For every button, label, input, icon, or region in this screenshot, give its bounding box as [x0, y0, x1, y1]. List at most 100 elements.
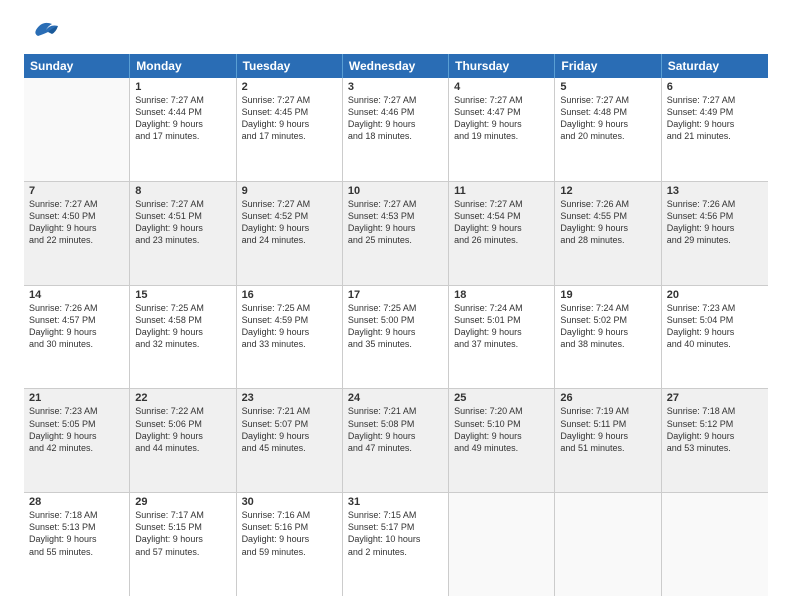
day-number: 12 [560, 185, 655, 197]
day-info: Sunrise: 7:27 AM Sunset: 4:44 PM Dayligh… [135, 94, 230, 143]
calendar-cell: 29Sunrise: 7:17 AM Sunset: 5:15 PM Dayli… [130, 493, 236, 596]
day-number: 11 [454, 185, 549, 197]
day-info: Sunrise: 7:21 AM Sunset: 5:08 PM Dayligh… [348, 405, 443, 454]
calendar-cell: 24Sunrise: 7:21 AM Sunset: 5:08 PM Dayli… [343, 389, 449, 492]
day-number: 23 [242, 392, 337, 404]
calendar: SundayMondayTuesdayWednesdayThursdayFrid… [24, 54, 768, 596]
calendar-cell: 28Sunrise: 7:18 AM Sunset: 5:13 PM Dayli… [24, 493, 130, 596]
calendar-cell [24, 78, 130, 181]
calendar-week-1: 1Sunrise: 7:27 AM Sunset: 4:44 PM Daylig… [24, 78, 768, 182]
day-info: Sunrise: 7:27 AM Sunset: 4:54 PM Dayligh… [454, 198, 549, 247]
day-info: Sunrise: 7:25 AM Sunset: 5:00 PM Dayligh… [348, 302, 443, 351]
day-number: 19 [560, 289, 655, 301]
calendar-week-4: 21Sunrise: 7:23 AM Sunset: 5:05 PM Dayli… [24, 389, 768, 493]
day-number: 20 [667, 289, 763, 301]
day-number: 1 [135, 81, 230, 93]
logo [24, 20, 60, 44]
day-info: Sunrise: 7:18 AM Sunset: 5:13 PM Dayligh… [29, 509, 124, 558]
day-info: Sunrise: 7:23 AM Sunset: 5:05 PM Dayligh… [29, 405, 124, 454]
header-day-friday: Friday [555, 54, 661, 78]
calendar-cell: 11Sunrise: 7:27 AM Sunset: 4:54 PM Dayli… [449, 182, 555, 285]
day-number: 9 [242, 185, 337, 197]
day-info: Sunrise: 7:27 AM Sunset: 4:49 PM Dayligh… [667, 94, 763, 143]
header-day-wednesday: Wednesday [343, 54, 449, 78]
calendar-cell: 21Sunrise: 7:23 AM Sunset: 5:05 PM Dayli… [24, 389, 130, 492]
day-number: 15 [135, 289, 230, 301]
header-day-sunday: Sunday [24, 54, 130, 78]
calendar-week-3: 14Sunrise: 7:26 AM Sunset: 4:57 PM Dayli… [24, 286, 768, 390]
day-number: 30 [242, 496, 337, 508]
day-info: Sunrise: 7:24 AM Sunset: 5:02 PM Dayligh… [560, 302, 655, 351]
day-info: Sunrise: 7:26 AM Sunset: 4:57 PM Dayligh… [29, 302, 124, 351]
day-number: 2 [242, 81, 337, 93]
day-number: 24 [348, 392, 443, 404]
day-info: Sunrise: 7:19 AM Sunset: 5:11 PM Dayligh… [560, 405, 655, 454]
day-number: 3 [348, 81, 443, 93]
calendar-cell: 25Sunrise: 7:20 AM Sunset: 5:10 PM Dayli… [449, 389, 555, 492]
day-info: Sunrise: 7:18 AM Sunset: 5:12 PM Dayligh… [667, 405, 763, 454]
day-number: 27 [667, 392, 763, 404]
day-number: 10 [348, 185, 443, 197]
calendar-cell: 3Sunrise: 7:27 AM Sunset: 4:46 PM Daylig… [343, 78, 449, 181]
calendar-cell: 2Sunrise: 7:27 AM Sunset: 4:45 PM Daylig… [237, 78, 343, 181]
calendar-cell: 16Sunrise: 7:25 AM Sunset: 4:59 PM Dayli… [237, 286, 343, 389]
day-number: 21 [29, 392, 124, 404]
calendar-cell: 31Sunrise: 7:15 AM Sunset: 5:17 PM Dayli… [343, 493, 449, 596]
day-info: Sunrise: 7:27 AM Sunset: 4:53 PM Dayligh… [348, 198, 443, 247]
calendar-cell: 23Sunrise: 7:21 AM Sunset: 5:07 PM Dayli… [237, 389, 343, 492]
day-info: Sunrise: 7:26 AM Sunset: 4:55 PM Dayligh… [560, 198, 655, 247]
day-number: 25 [454, 392, 549, 404]
calendar-cell: 9Sunrise: 7:27 AM Sunset: 4:52 PM Daylig… [237, 182, 343, 285]
calendar-cell: 30Sunrise: 7:16 AM Sunset: 5:16 PM Dayli… [237, 493, 343, 596]
day-number: 13 [667, 185, 763, 197]
day-info: Sunrise: 7:22 AM Sunset: 5:06 PM Dayligh… [135, 405, 230, 454]
day-number: 31 [348, 496, 443, 508]
calendar-cell: 22Sunrise: 7:22 AM Sunset: 5:06 PM Dayli… [130, 389, 236, 492]
calendar-week-5: 28Sunrise: 7:18 AM Sunset: 5:13 PM Dayli… [24, 493, 768, 596]
day-number: 14 [29, 289, 124, 301]
day-info: Sunrise: 7:27 AM Sunset: 4:50 PM Dayligh… [29, 198, 124, 247]
calendar-cell: 19Sunrise: 7:24 AM Sunset: 5:02 PM Dayli… [555, 286, 661, 389]
day-info: Sunrise: 7:27 AM Sunset: 4:52 PM Dayligh… [242, 198, 337, 247]
day-info: Sunrise: 7:17 AM Sunset: 5:15 PM Dayligh… [135, 509, 230, 558]
calendar-week-2: 7Sunrise: 7:27 AM Sunset: 4:50 PM Daylig… [24, 182, 768, 286]
day-info: Sunrise: 7:27 AM Sunset: 4:48 PM Dayligh… [560, 94, 655, 143]
calendar-cell: 20Sunrise: 7:23 AM Sunset: 5:04 PM Dayli… [662, 286, 768, 389]
day-number: 8 [135, 185, 230, 197]
day-number: 26 [560, 392, 655, 404]
header-day-saturday: Saturday [662, 54, 768, 78]
calendar-cell: 18Sunrise: 7:24 AM Sunset: 5:01 PM Dayli… [449, 286, 555, 389]
day-number: 28 [29, 496, 124, 508]
header-day-thursday: Thursday [449, 54, 555, 78]
calendar-cell: 17Sunrise: 7:25 AM Sunset: 5:00 PM Dayli… [343, 286, 449, 389]
calendar-cell [449, 493, 555, 596]
logo-bird-icon [28, 16, 60, 44]
day-info: Sunrise: 7:27 AM Sunset: 4:47 PM Dayligh… [454, 94, 549, 143]
calendar-cell [555, 493, 661, 596]
day-info: Sunrise: 7:26 AM Sunset: 4:56 PM Dayligh… [667, 198, 763, 247]
calendar-cell: 14Sunrise: 7:26 AM Sunset: 4:57 PM Dayli… [24, 286, 130, 389]
day-info: Sunrise: 7:24 AM Sunset: 5:01 PM Dayligh… [454, 302, 549, 351]
calendar-cell: 12Sunrise: 7:26 AM Sunset: 4:55 PM Dayli… [555, 182, 661, 285]
day-info: Sunrise: 7:25 AM Sunset: 4:59 PM Dayligh… [242, 302, 337, 351]
day-info: Sunrise: 7:25 AM Sunset: 4:58 PM Dayligh… [135, 302, 230, 351]
header-day-tuesday: Tuesday [237, 54, 343, 78]
day-number: 7 [29, 185, 124, 197]
calendar-cell [662, 493, 768, 596]
day-number: 4 [454, 81, 549, 93]
calendar-body: 1Sunrise: 7:27 AM Sunset: 4:44 PM Daylig… [24, 78, 768, 596]
header [24, 20, 768, 44]
calendar-cell: 1Sunrise: 7:27 AM Sunset: 4:44 PM Daylig… [130, 78, 236, 181]
calendar-cell: 10Sunrise: 7:27 AM Sunset: 4:53 PM Dayli… [343, 182, 449, 285]
calendar-header: SundayMondayTuesdayWednesdayThursdayFrid… [24, 54, 768, 78]
day-number: 22 [135, 392, 230, 404]
day-number: 29 [135, 496, 230, 508]
day-number: 6 [667, 81, 763, 93]
day-number: 5 [560, 81, 655, 93]
day-number: 18 [454, 289, 549, 301]
day-info: Sunrise: 7:27 AM Sunset: 4:45 PM Dayligh… [242, 94, 337, 143]
day-info: Sunrise: 7:27 AM Sunset: 4:51 PM Dayligh… [135, 198, 230, 247]
calendar-cell: 15Sunrise: 7:25 AM Sunset: 4:58 PM Dayli… [130, 286, 236, 389]
calendar-cell: 13Sunrise: 7:26 AM Sunset: 4:56 PM Dayli… [662, 182, 768, 285]
page: SundayMondayTuesdayWednesdayThursdayFrid… [0, 0, 792, 612]
